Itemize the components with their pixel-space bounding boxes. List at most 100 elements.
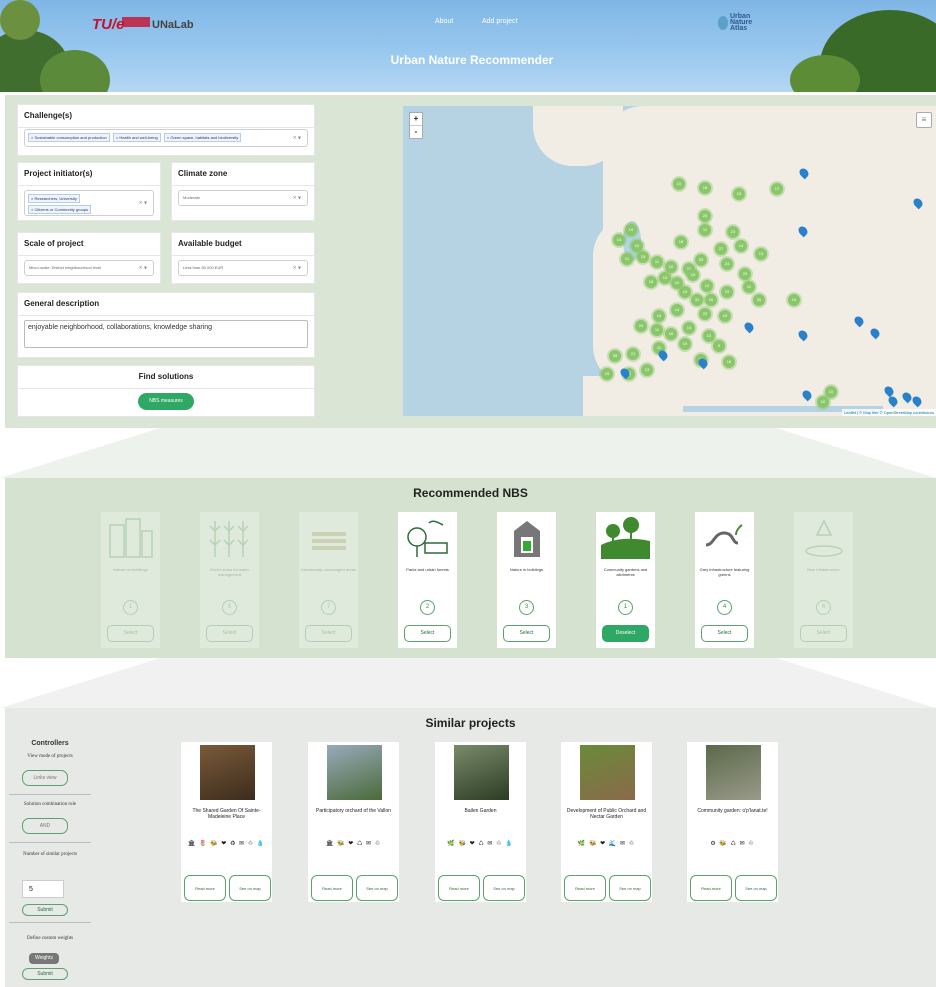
select-button[interactable]: Select	[305, 625, 352, 642]
and-button[interactable]: AND	[22, 818, 68, 834]
map-cluster[interactable]: 22	[699, 308, 711, 320]
map-cluster[interactable]: 10	[665, 261, 677, 273]
map-cluster[interactable]: 11	[621, 253, 633, 265]
clear-caret-icon[interactable]: × ▾	[139, 200, 147, 207]
map-cluster[interactable]: 17	[771, 183, 783, 195]
links-view-button[interactable]: Links view	[22, 770, 68, 786]
map-cluster[interactable]: 13	[641, 364, 653, 376]
map-cluster[interactable]: 14	[735, 240, 747, 252]
see-on-map-button[interactable]: See on map	[229, 875, 271, 901]
map-cluster[interactable]: 10	[788, 294, 800, 306]
map-cluster[interactable]: 26	[753, 294, 765, 306]
map-cluster[interactable]: 13	[755, 248, 767, 260]
europe-map[interactable]: + - ≡ 10 18 13 17 20 19 11 23 14 10 18 27 14 13 11 15 11…	[403, 106, 936, 416]
map-cluster[interactable]: 33	[695, 254, 707, 266]
see-on-map-button[interactable]: See on map	[609, 875, 651, 901]
clear-caret-icon[interactable]: × ▾	[293, 265, 301, 272]
map-cluster[interactable]: 16	[705, 294, 717, 306]
map-cluster[interactable]: 14	[671, 304, 683, 316]
map-cluster[interactable]: 15	[687, 269, 699, 281]
submit-weights-button[interactable]: Submit	[22, 968, 68, 980]
map-cluster[interactable]: 19	[721, 286, 733, 298]
submit-number-button[interactable]: Submit	[22, 904, 68, 916]
map-cluster[interactable]: 10	[817, 396, 829, 408]
map-cluster[interactable]: 16	[723, 356, 735, 368]
scale-select[interactable]: Micro-scale: District neighbourhood leve…	[24, 260, 154, 276]
map-cluster[interactable]: 18	[645, 276, 657, 288]
map-cluster[interactable]: 24	[721, 258, 733, 270]
map-cluster[interactable]: 10	[719, 310, 731, 322]
initiator-select[interactable]: × Researchers, University × Citizens or …	[24, 190, 154, 216]
map-cluster[interactable]: 19	[625, 224, 637, 236]
select-button[interactable]: Select	[800, 625, 847, 642]
read-more-button[interactable]: Read more	[438, 875, 480, 901]
see-on-map-button[interactable]: See on map	[483, 875, 525, 901]
select-button[interactable]: Select	[503, 625, 550, 642]
map-cluster[interactable]: 13	[659, 272, 671, 284]
map-cluster[interactable]: 12	[701, 280, 713, 292]
map-cluster[interactable]: 14	[613, 234, 625, 246]
nav-add-project[interactable]: Add project	[482, 18, 517, 25]
read-more-button[interactable]: Read more	[184, 875, 226, 901]
map-cluster[interactable]: 13	[733, 188, 745, 200]
map-cluster[interactable]: 24	[635, 320, 647, 332]
clear-caret-icon[interactable]: × ▾	[293, 135, 301, 142]
select-button[interactable]: Select	[206, 625, 253, 642]
map-cluster[interactable]: 15	[679, 286, 691, 298]
map-cluster[interactable]: 27	[715, 243, 727, 255]
map-cluster[interactable]: 14	[683, 322, 695, 334]
map-cluster[interactable]: 20	[699, 210, 711, 222]
number-similar-input[interactable]: 5	[22, 880, 64, 898]
read-more-button[interactable]: Read more	[311, 875, 353, 901]
map-cluster[interactable]: 13	[703, 330, 715, 342]
zoom-in-button[interactable]: +	[410, 113, 422, 125]
map-cluster[interactable]: 21	[627, 348, 639, 360]
map-cluster[interactable]: 11	[651, 324, 663, 336]
zoom-out-button[interactable]: -	[410, 125, 422, 138]
read-more-button[interactable]: Read more	[690, 875, 732, 901]
map-cluster[interactable]: 18	[675, 236, 687, 248]
initiator-tag[interactable]: × Citizens or Community groups	[28, 205, 92, 214]
map-cluster[interactable]: 18	[699, 182, 711, 194]
select-button[interactable]: Select	[107, 625, 154, 642]
challenge-tag[interactable]: × Sustainable consumption and production	[28, 133, 110, 142]
budget-select[interactable]: Less than 50 000 EUR × ▾	[178, 260, 308, 276]
read-more-button[interactable]: Read more	[564, 875, 606, 901]
see-on-map-button[interactable]: See on map	[735, 875, 777, 901]
map-cluster[interactable]: 16	[653, 310, 665, 322]
nav-about[interactable]: About	[435, 18, 453, 25]
map-cluster[interactable]: 28	[609, 350, 621, 362]
map-cluster[interactable]: 19	[679, 338, 691, 350]
map-cluster[interactable]: 23	[727, 226, 739, 238]
layers-icon[interactable]: ≡	[916, 112, 932, 128]
map-cluster[interactable]: 11	[743, 281, 755, 293]
unalab-logo[interactable]: UNaLab	[152, 19, 194, 31]
challenge-select[interactable]: × Sustainable consumption and production…	[24, 129, 308, 147]
tue-logo[interactable]: TU/e	[92, 16, 125, 33]
map-cluster[interactable]: 9	[713, 340, 725, 352]
map-cluster[interactable]: 11	[651, 256, 663, 268]
deselect-button[interactable]: Deselect	[602, 625, 649, 642]
map-cluster[interactable]: 16	[665, 328, 677, 340]
select-button[interactable]: Select	[404, 625, 451, 642]
climate-select[interactable]: Moderate × ▾	[178, 190, 308, 206]
map-cluster[interactable]: 10	[673, 178, 685, 190]
nbs-measures-button[interactable]: NBS measures	[138, 393, 194, 410]
select-button[interactable]: Select	[701, 625, 748, 642]
challenge-tag[interactable]: × Green space, habitats and biodiversity	[163, 133, 242, 142]
description-textarea[interactable]: enjoyable neighborhood, collaborations, …	[24, 320, 308, 348]
initiator-tag[interactable]: × Researchers, University	[28, 194, 80, 203]
see-on-map-button[interactable]: See on map	[356, 875, 398, 901]
weights-button[interactable]: Weights	[29, 953, 59, 964]
map-cluster[interactable]: 10	[825, 386, 837, 398]
map-cluster[interactable]: 15	[601, 368, 613, 380]
urban-nature-atlas-logo[interactable]: Urban Nature Atlas	[718, 13, 752, 32]
map-cluster[interactable]: 31	[691, 294, 703, 306]
clear-caret-icon[interactable]: × ▾	[139, 265, 147, 272]
challenge-tag[interactable]: × Health and well-being	[112, 133, 161, 142]
clear-caret-icon[interactable]: × ▾	[293, 195, 301, 202]
map-attribution[interactable]: Leaflet | © Map tiler © OpenStreetMap co…	[841, 409, 936, 416]
map-cluster[interactable]: 11	[699, 224, 711, 236]
map-cluster[interactable]: 29	[739, 268, 751, 280]
map-cluster[interactable]: 15	[637, 251, 649, 263]
